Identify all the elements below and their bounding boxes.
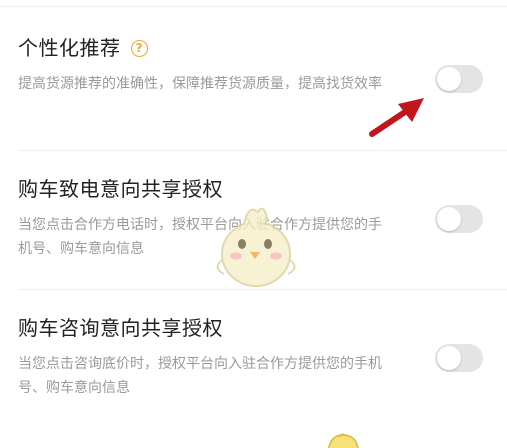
top-divider bbox=[0, 6, 507, 7]
setting-description: 当您点击咨询底价时，授权平台向入驻合作方提供您的手机号、购车意向信息 bbox=[18, 356, 382, 396]
setting-title: 个性化推荐 bbox=[18, 36, 121, 60]
setting-title-row: 个性化推荐 ? bbox=[18, 34, 496, 62]
setting-description: 提高货源推荐的准确性，保障推荐货源质量，提高找货效率 bbox=[18, 76, 382, 92]
inquiry-intent-sharing-toggle[interactable] bbox=[435, 344, 483, 372]
privacy-settings-screen: 个性化推荐 ? 提高货源推荐的准确性，保障推荐货源质量，提高找货效率 购车致电意… bbox=[0, 0, 507, 448]
setting-title-row: 购车咨询意向共享授权 bbox=[18, 314, 496, 342]
toggle-knob bbox=[437, 346, 461, 370]
toggle-knob bbox=[437, 67, 461, 91]
setting-personalized-recommendation: 个性化推荐 ? 提高货源推荐的准确性，保障推荐货源质量，提高找货效率 bbox=[18, 34, 496, 96]
setting-description: 当您点击合作方电话时，授权平台向入驻合作方提供您的手机号、购车意向信息 bbox=[18, 217, 382, 257]
setting-title: 购车咨询意向共享授权 bbox=[18, 316, 223, 340]
question-circle-icon[interactable]: ? bbox=[130, 39, 148, 57]
setting-inquiry-intent-sharing: 购车咨询意向共享授权 当您点击咨询底价时，授权平台向入驻合作方提供您的手机号、购… bbox=[18, 314, 496, 400]
chick-mascot-partial-icon bbox=[327, 433, 359, 448]
personalized-recommendation-toggle[interactable] bbox=[435, 65, 483, 93]
red-arrow-icon bbox=[369, 98, 424, 137]
setting-title: 购车致电意向共享授权 bbox=[18, 177, 223, 201]
chick-mascot-icon bbox=[216, 207, 296, 287]
toggle-knob bbox=[437, 207, 461, 231]
section-divider bbox=[18, 150, 507, 151]
call-intent-sharing-toggle[interactable] bbox=[435, 205, 483, 233]
